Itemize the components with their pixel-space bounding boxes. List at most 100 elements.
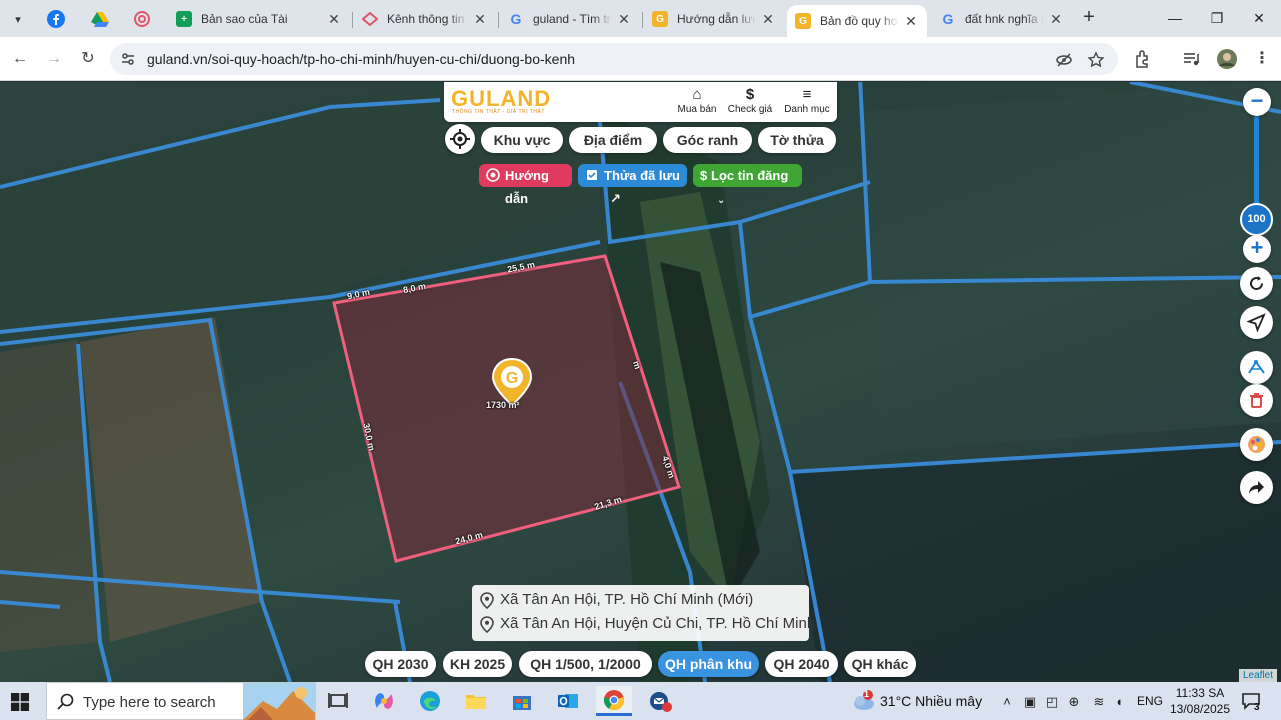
store-icon: [513, 696, 531, 710]
saved-parcels-button[interactable]: Thửa đã lưu ↗: [578, 164, 687, 206]
close-icon[interactable]: ✕: [472, 11, 488, 28]
mail-app[interactable]: [642, 686, 678, 716]
measure-button[interactable]: [1240, 351, 1273, 384]
refresh-button[interactable]: [1240, 267, 1273, 300]
leaflet-attribution[interactable]: Leaflet: [1239, 669, 1278, 682]
tab-2[interactable]: G guland - Tìm trê ✕: [500, 5, 640, 33]
close-icon[interactable]: ✕: [326, 11, 342, 28]
refresh-icon: [1250, 276, 1263, 290]
tab-1[interactable]: Kênh thông tin ✕: [354, 5, 496, 33]
filter-listings-button[interactable]: $ Lọc tin đăng ⌄: [693, 164, 802, 206]
taskbar-search-box[interactable]: Type here to search: [46, 682, 316, 720]
palette-icon: [1248, 436, 1265, 453]
layer-style-button[interactable]: [1240, 428, 1273, 461]
site-settings-icon[interactable]: [120, 51, 136, 67]
star-icon[interactable]: [1087, 51, 1105, 69]
pinned-tab-threads[interactable]: [128, 7, 156, 31]
notification-count: 3: [1254, 702, 1260, 713]
close-icon[interactable]: ✕: [903, 13, 919, 30]
security-icon[interactable]: ⊕: [1066, 694, 1082, 710]
locate-me-button[interactable]: [445, 124, 475, 154]
measure-icon: [1248, 360, 1265, 374]
tab-3[interactable]: G Hướng dẫn lưu ✕: [644, 5, 784, 33]
zoom-out-button[interactable]: −: [1243, 88, 1271, 116]
dollar-icon: $: [745, 86, 755, 103]
layer-qh-khac[interactable]: QH khác: [844, 651, 916, 677]
map-view[interactable]: 9,0 m 8,0 m 25,5 m m 4,0 m 21,3 m 24,0 m…: [0, 82, 1281, 682]
profile-avatar[interactable]: [1216, 48, 1238, 70]
system-clock[interactable]: 11:33 SA 13/08/2025: [1168, 685, 1232, 717]
layer-qh-2030[interactable]: QH 2030: [365, 651, 436, 677]
outlook-app[interactable]: [550, 686, 586, 716]
media-controls-icon[interactable]: [1181, 48, 1203, 70]
tab-dia-diem[interactable]: Địa điểm: [569, 127, 657, 153]
task-view-icon: [328, 693, 348, 708]
wifi-icon[interactable]: ≋: [1091, 694, 1107, 710]
app-header: GULAND THÔNG TIN THẬT - GIÁ TRỊ THẬT ⌂ M…: [444, 82, 837, 122]
reload-button[interactable]: ↻: [76, 47, 100, 71]
menu-label: Mua bán: [677, 104, 717, 115]
language-indicator[interactable]: ENG: [1137, 694, 1163, 708]
eye-slash-icon[interactable]: [1055, 51, 1073, 69]
layer-qh-1-500[interactable]: QH 1/500, 1/2000: [519, 651, 652, 677]
menu-buy-sell[interactable]: ⌂ Mua bán: [675, 86, 719, 115]
store-app[interactable]: [504, 686, 540, 716]
layer-qh-2040[interactable]: QH 2040: [765, 651, 838, 677]
address-bar[interactable]: guland.vn/soi-quy-hoach/tp-ho-chi-minh/h…: [110, 43, 1118, 75]
layer-qh-phan-khu[interactable]: QH phân khu: [658, 651, 759, 677]
delete-measure-button[interactable]: [1240, 384, 1273, 417]
menu-label: Danh mục: [784, 104, 830, 115]
tab-title: đất hnk nghĩa là: [965, 12, 1044, 26]
chevron-up-icon[interactable]: ˄: [999, 694, 1015, 710]
menu-check-price[interactable]: $ Check giá: [726, 86, 774, 115]
close-icon[interactable]: ✕: [1048, 11, 1064, 28]
close-window-button[interactable]: ✕: [1244, 6, 1274, 30]
tab-4-active[interactable]: G Bản đồ quy hoạ ✕: [787, 5, 927, 37]
tab-title: Kênh thông tin: [387, 12, 465, 26]
tab-0[interactable]: + Bản sao của Tài ✕: [168, 5, 350, 33]
browser-menu-button[interactable]: ⋮: [1250, 47, 1274, 71]
menu-categories[interactable]: ≡ Danh mục: [782, 86, 832, 115]
copilot-app[interactable]: [366, 686, 402, 716]
external-link-icon: ↗: [610, 191, 621, 206]
folder-icon: [466, 695, 486, 709]
guide-button[interactable]: Hướng dẫn: [479, 164, 572, 206]
tab-5[interactable]: G đất hnk nghĩa là ✕: [932, 5, 1072, 33]
meet-now-icon[interactable]: ▣: [1022, 694, 1038, 710]
navigate-button[interactable]: [1240, 306, 1273, 339]
back-button[interactable]: ←: [8, 47, 32, 71]
layer-kh-2025[interactable]: KH 2025: [443, 651, 512, 677]
pinned-tab-drive[interactable]: [86, 7, 114, 31]
tab-title: Bản đồ quy hoạ: [820, 14, 899, 28]
restore-button[interactable]: ❐: [1202, 6, 1232, 30]
outlook-icon: [558, 694, 578, 708]
volume-icon[interactable]: ◖: [1111, 694, 1127, 710]
zoom-in-button[interactable]: +: [1243, 235, 1271, 263]
pinned-tab-facebook[interactable]: [42, 7, 70, 31]
tab-goc-ranh[interactable]: Góc ranh: [663, 127, 752, 153]
tab-khu-vuc[interactable]: Khu vực: [481, 127, 563, 153]
edge-icon: [420, 691, 440, 711]
minimize-button[interactable]: —: [1160, 6, 1190, 30]
task-view-button[interactable]: [320, 686, 356, 716]
google-icon: G: [510, 11, 522, 27]
zoom-level-badge[interactable]: 100: [1240, 203, 1273, 236]
camera-icon[interactable]: ◰: [1044, 694, 1060, 710]
weather-cloud-icon[interactable]: [850, 690, 876, 712]
extensions-icon[interactable]: [1132, 48, 1154, 70]
chrome-app[interactable]: [596, 686, 632, 716]
clock-time: 11:33 SA: [1175, 686, 1225, 700]
new-tab-button[interactable]: +: [1078, 7, 1100, 29]
share-button[interactable]: [1240, 471, 1273, 504]
weather-text[interactable]: 31°C Nhiều mây: [880, 693, 982, 709]
edge-app[interactable]: [412, 686, 448, 716]
close-icon[interactable]: ✕: [616, 11, 632, 28]
close-icon[interactable]: ✕: [760, 11, 776, 28]
tab-title: Hướng dẫn lưu: [677, 12, 756, 26]
guland-icon: G: [795, 13, 811, 29]
forward-button[interactable]: →: [42, 47, 66, 71]
windows-start-icon[interactable]: [11, 693, 29, 711]
tab-to-thua[interactable]: Tờ thửa: [758, 127, 836, 153]
tab-search-button[interactable]: ▾: [6, 7, 30, 31]
file-explorer-app[interactable]: [458, 686, 494, 716]
